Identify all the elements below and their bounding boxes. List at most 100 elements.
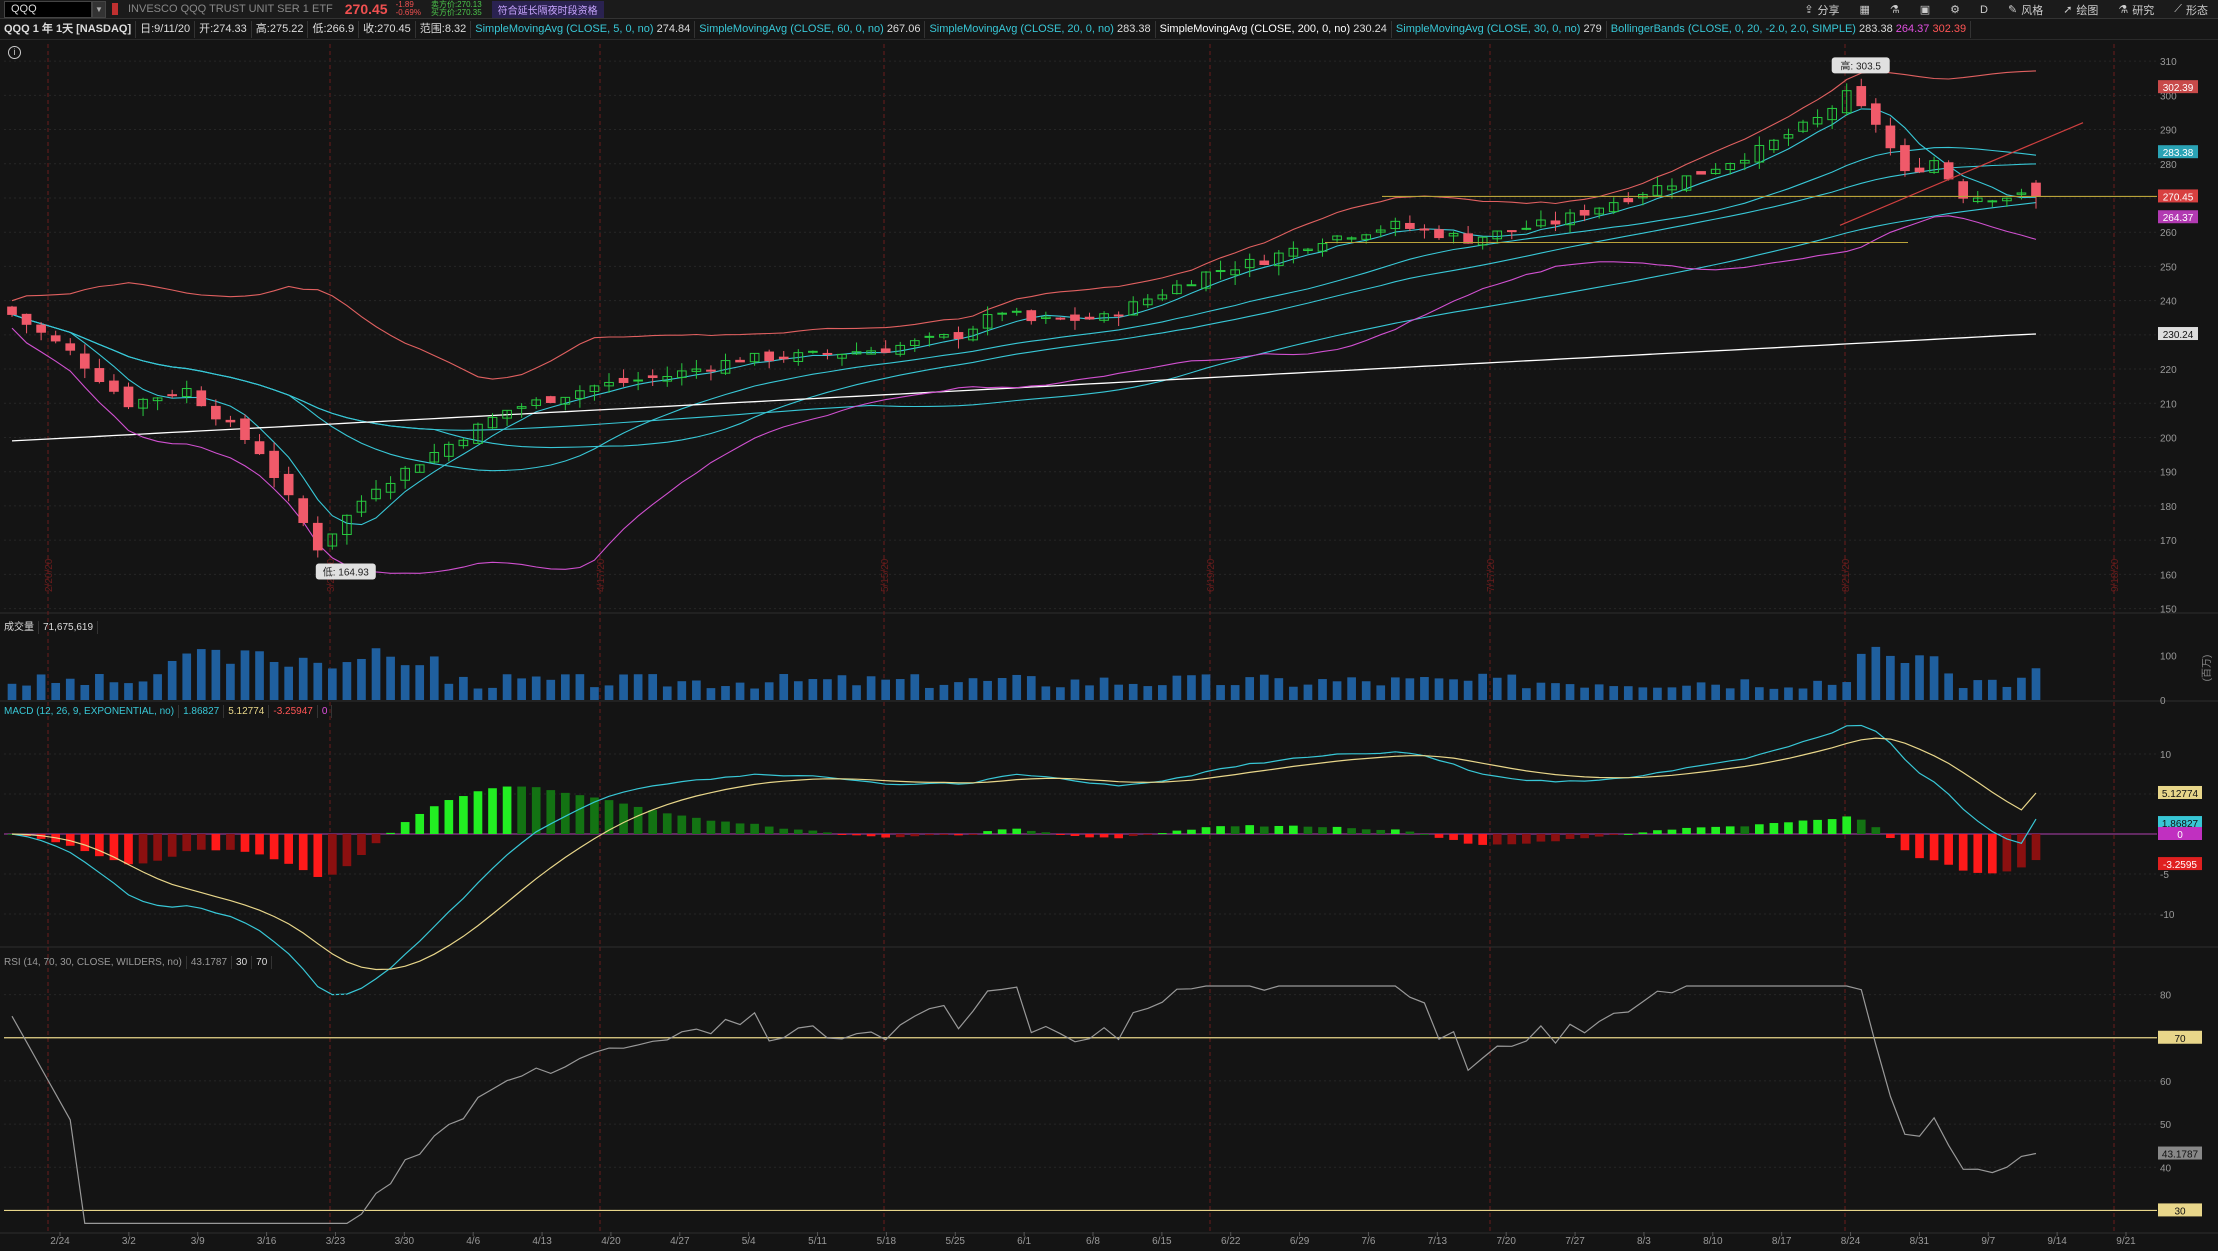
x-tick-label: 7/13	[1428, 1236, 1448, 1247]
share-label: 分享	[1817, 4, 1840, 17]
study-sma5[interactable]: SimpleMovingAvg (CLOSE, 5, 0, no) 274.84	[471, 20, 696, 38]
volume-bar	[1813, 680, 1822, 700]
study-legend-bar: QQQ 1 年 1天 [NASDAQ] 日:9/11/20 开:274.33 高…	[0, 19, 2218, 40]
study-sma200[interactable]: SimpleMovingAvg (CLOSE, 200, 0, no) 230.…	[1156, 20, 1392, 38]
macd-histogram-bar	[1318, 827, 1327, 834]
volume-bar	[1318, 679, 1327, 700]
share-button[interactable]: ⇪ 分享	[1804, 2, 1839, 18]
volume-bar	[1026, 676, 1036, 700]
volume-bar	[1361, 681, 1371, 700]
patterns-button[interactable]: ⟋ 形态	[2174, 2, 2208, 18]
rsi-tick-label: 80	[2160, 991, 2172, 1002]
macd-histogram-bar	[546, 790, 556, 834]
volume-bar	[968, 678, 978, 700]
candle-body	[1011, 310, 1022, 313]
macd-axis-badge-label: 0	[2177, 830, 2183, 841]
macd-histogram-bar	[1274, 825, 1284, 834]
study-sma30[interactable]: SimpleMovingAvg (CLOSE, 30, 0, no) 279	[1392, 20, 1607, 38]
volume-bar	[1944, 673, 1953, 700]
volume-bar	[692, 680, 701, 700]
x-tick-label: 9/14	[2047, 1236, 2067, 1247]
volume-bar	[1842, 682, 1852, 700]
layout-button[interactable]: ▦	[1859, 3, 1869, 16]
price-tick-label: 190	[2160, 468, 2177, 479]
x-tick-label: 4/13	[532, 1236, 552, 1247]
volume-bar	[95, 674, 104, 700]
bar-range: 范围:8.32	[416, 20, 472, 38]
macd-histogram-bar	[1784, 822, 1793, 834]
symbol-dropdown-icon[interactable]: ▼	[92, 0, 106, 18]
volume-bar	[313, 662, 323, 700]
chart-canvas[interactable]: 2/20/203/20/204/17/205/15/206/19/207/17/…	[0, 0, 2218, 1251]
macd-histogram-bar	[1769, 823, 1779, 834]
chart-title: QQQ 1 年 1天 [NASDAQ]	[0, 20, 137, 38]
drawing-button[interactable]: ➚ 绘图	[2063, 2, 2098, 18]
macd-histogram-bar	[95, 834, 104, 857]
macd-histogram-bar	[1915, 834, 1924, 859]
volume-bar	[1565, 684, 1575, 700]
volume-bar	[1201, 674, 1211, 700]
macd-histogram-bar	[706, 820, 716, 834]
study-sma20[interactable]: SimpleMovingAvg (CLOSE, 20, 0, no) 283.3…	[925, 20, 1156, 38]
macd-histogram-bar	[226, 834, 235, 850]
pattern-icon: ⟋	[2174, 3, 2182, 15]
macd-histogram-bar	[80, 834, 90, 852]
link-color-icon[interactable]	[112, 3, 118, 15]
macd-histogram-bar	[269, 834, 279, 860]
macd-histogram-bar	[1230, 826, 1240, 834]
change-percent: -0.69%	[395, 8, 421, 17]
x-tick-label: 8/10	[1703, 1236, 1723, 1247]
volume-bar	[619, 674, 628, 700]
volume-bar	[488, 687, 497, 700]
macd-histogram-bar	[1449, 834, 1458, 840]
volume-bar	[284, 666, 293, 700]
studies-button[interactable]: ⚗ 研究	[2118, 2, 2154, 18]
volume-bar	[1347, 677, 1356, 700]
volume-bar	[1769, 688, 1779, 700]
volume-header: 成交量 71,675,619	[0, 620, 99, 635]
candle-body	[312, 522, 323, 551]
bid-ask: 卖方价:270.13 买方价:270.35	[431, 1, 482, 17]
macd-histogram-bar	[196, 834, 206, 850]
candle-body	[1900, 145, 1910, 172]
flask-button[interactable]: ⚗	[1890, 3, 1900, 16]
volume-bar	[2017, 677, 2026, 700]
study-value: 283.38	[1859, 22, 1893, 35]
macd-histogram-bar	[342, 834, 352, 867]
x-tick-label: 4/6	[466, 1236, 480, 1247]
x-tick-label: 2/24	[50, 1236, 70, 1247]
x-tick-label: 4/20	[601, 1236, 621, 1247]
macd-histogram-bar	[1201, 827, 1211, 834]
settings-button[interactable]: ⚙	[1950, 3, 1960, 16]
price-tick-label: 250	[2160, 262, 2177, 273]
macd-histogram-bar	[983, 831, 992, 834]
volume-bar	[895, 679, 905, 700]
candle-body	[1055, 317, 1066, 320]
x-tick-label: 5/4	[742, 1236, 756, 1247]
volume-bar	[1638, 687, 1648, 700]
volume-bar	[371, 648, 381, 700]
volume-bar	[1157, 685, 1167, 700]
study-value: 267.06	[886, 22, 921, 35]
price-axis-badge-label: 270.45	[2163, 192, 2194, 203]
aggregation-button[interactable]: D	[1980, 4, 1988, 16]
style-button[interactable]: ✎ 风格	[2008, 2, 2043, 18]
volume-bar	[1915, 655, 1924, 700]
study-sma60[interactable]: SimpleMovingAvg (CLOSE, 60, 0, no) 267.0…	[695, 20, 926, 38]
macd-histogram-bar	[1740, 826, 1750, 834]
macd-histogram-bar	[444, 800, 454, 834]
volume-bar	[1725, 688, 1735, 700]
macd-histogram-bar	[866, 834, 876, 837]
cube-button[interactable]: ▣	[1920, 3, 1930, 16]
volume-bar	[1245, 677, 1255, 700]
flask-icon: ⚗	[1889, 4, 1900, 16]
macd-histogram-bar	[808, 830, 818, 834]
info-icon[interactable]: i	[8, 46, 21, 59]
study-bollinger[interactable]: BollingerBands (CLOSE, 0, 20, -2.0, 2.0,…	[1607, 20, 1972, 38]
volume-bar	[779, 674, 789, 700]
bar-high: 高:275.22	[252, 20, 309, 38]
symbol-input[interactable]: QQQ	[4, 0, 92, 18]
price-tick-label: 280	[2160, 160, 2177, 171]
macd-histogram-bar	[473, 791, 483, 834]
candle-body	[1186, 284, 1197, 287]
